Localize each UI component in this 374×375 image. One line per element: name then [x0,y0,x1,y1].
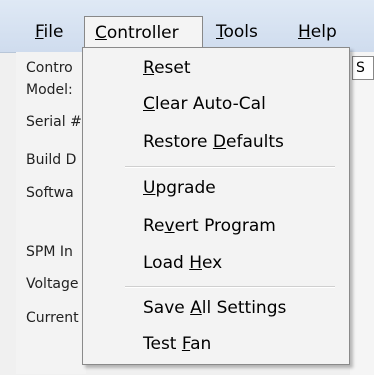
menu-tools-rest: ools [223,22,258,42]
menu-test-fan[interactable]: Test Fan [143,334,211,354]
menu-file[interactable]: File [35,18,63,46]
menu-separator [125,166,335,168]
testfan-rest: an [190,334,212,354]
label-controller: Contro [26,60,73,76]
loadhex-pre: Load [143,253,190,273]
info-panel: Contro Model: Serial # Build D Softwa SP… [16,52,86,374]
revert-accel: v [164,216,175,236]
restore-accel: D [212,132,227,152]
menu-help[interactable]: Help [298,18,337,46]
menu-reset[interactable]: Reset [143,58,191,78]
save-accel: A [190,298,202,318]
menu-separator [125,286,335,288]
right-pane [350,52,374,375]
app-window: File Controller Tools Help Contro Model:… [0,0,374,375]
menu-revert-program[interactable]: Revert Program [143,216,276,236]
menu-help-rest: elp [310,22,337,42]
save-pre: Save [143,298,191,318]
menu-tools[interactable]: Tools [216,18,258,46]
right-tab[interactable]: S [352,56,374,80]
revert-rest: ert Program [174,216,276,236]
menu-controller[interactable]: Controller [84,16,203,48]
menu-file-rest: ile [43,22,64,42]
clear-rest: lear Auto-Cal [154,94,266,114]
reset-rest: eset [154,58,191,78]
save-rest: ll Settings [201,298,287,318]
menu-upgrade[interactable]: Upgrade [143,178,216,198]
menu-bar: File Controller Tools Help [0,0,374,53]
menu-help-accel: H [298,22,311,42]
restore-rest: efaults [226,132,284,152]
reset-accel: R [143,58,155,78]
menu-load-hex[interactable]: Load Hex [143,253,222,273]
label-current: Current [26,310,79,326]
menu-clear-auto-cal[interactable]: Clear Auto-Cal [143,94,266,114]
menu-restore-defaults[interactable]: Restore Defaults [143,132,284,152]
label-model: Model: [26,82,73,98]
testfan-accel: F [181,334,191,354]
label-build-date: Build D [26,152,77,168]
label-software: Softwa [26,185,74,201]
revert-pre: Re [143,216,165,236]
controller-dropdown-menu: Reset Clear Auto-Cal Restore Defaults Up… [82,47,350,365]
testfan-pre: Test [143,334,182,354]
menu-save-all-settings[interactable]: Save All Settings [143,298,286,318]
upgrade-rest: pgrade [155,178,216,198]
clear-accel: C [143,94,155,114]
loadhex-accel: H [189,253,202,273]
menu-controller-rest: ontroller [106,23,179,43]
menu-controller-accel: C [95,23,107,43]
label-voltage: Voltage [26,276,79,292]
upgrade-accel: U [143,178,156,198]
loadhex-rest: ex [201,253,223,273]
menu-tools-accel: T [216,22,224,42]
label-spm-info: SPM In [26,244,73,260]
restore-pre: Restore [143,132,213,152]
label-serial: Serial # [26,114,82,130]
menu-file-accel: F [35,22,44,42]
